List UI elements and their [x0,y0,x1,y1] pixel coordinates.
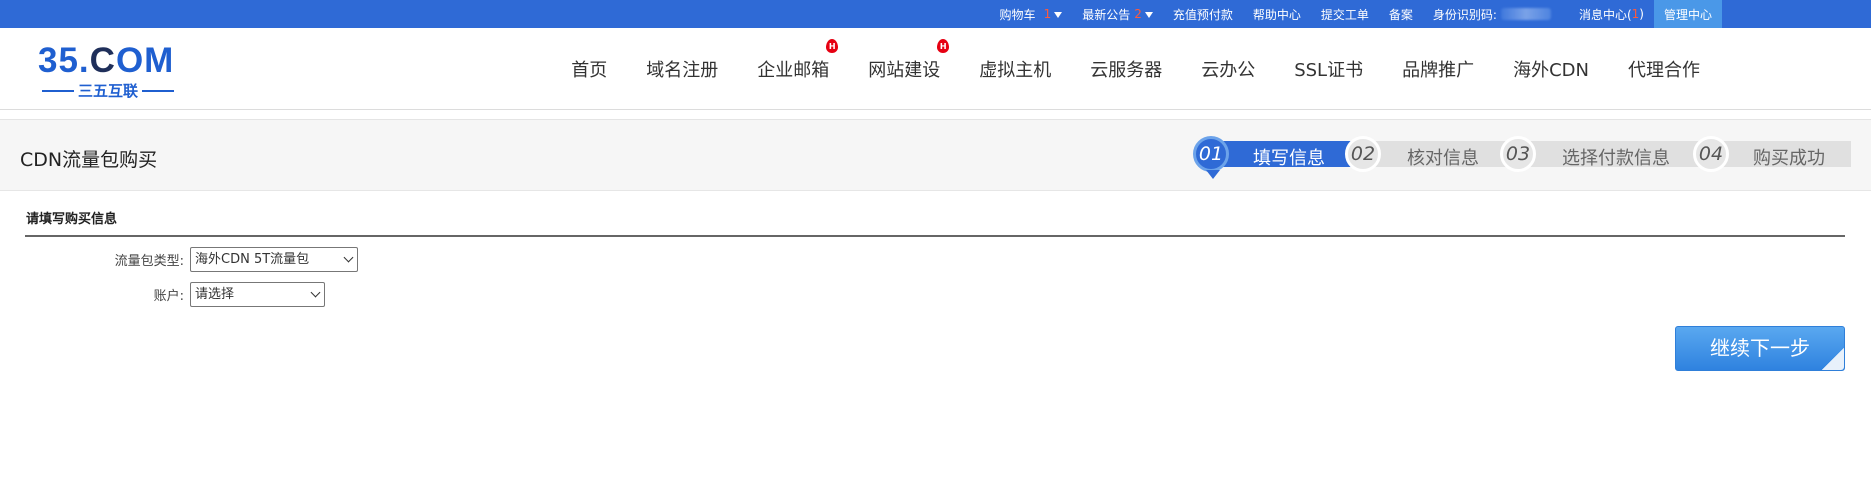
next-step-button[interactable]: 继续下一步 [1675,326,1845,371]
step-label: 填写信息 [1253,148,1325,169]
package-row: 流量包类型: 海外CDN 5T流量包 [0,246,358,272]
message-count: 1 [1631,7,1640,21]
logo-brand-suffix: OM [115,41,175,80]
step-progress: 01 填写信息 02 核对信息 03 选择付款信息 04 购买成功 [1193,136,1851,179]
nav-item-ssl[interactable]: SSL证书 [1294,56,1363,82]
next-step-label: 继续下一步 [1710,336,1810,360]
top-bar: 购物车 1 最新公告 2 充值预付款 帮助中心 提交工单 备案 身份识别码: 消… [0,0,1871,28]
notice-label: 最新公告 [1082,7,1131,22]
nav-label: SSL证书 [1294,60,1364,81]
nav-item-vhost[interactable]: 虚拟主机 [979,56,1051,82]
nav-label: 域名注册 [646,60,719,81]
top-nav: 购物车 1 最新公告 2 充值预付款 帮助中心 提交工单 备案 身份识别码: 消… [990,0,1722,28]
nav-item-brand[interactable]: 品牌推广 [1402,56,1474,82]
logo-c-mark: C [89,41,116,80]
account-label: 账户: [153,288,184,304]
step-label: 核对信息 [1407,148,1479,169]
message-label: 消息中心( [1578,7,1632,22]
nav-label: 云服务器 [1090,60,1163,81]
chevron-down-icon[interactable] [1054,11,1063,18]
page-header: CDN流量包购买 01 填写信息 02 核对信息 03 选择付款信息 04 购买… [0,119,1871,191]
page-title: CDN流量包购买 [20,149,158,171]
step-number: 02 [1345,136,1381,172]
step-label: 选择付款信息 [1562,148,1670,169]
nav-item-email[interactable]: 企业邮箱 H [757,39,839,82]
notice-link[interactable]: 最新公告 2 [1072,0,1163,28]
nav-label: 首页 [571,60,608,81]
logo-brand-prefix: 35. [38,41,90,80]
package-selected-value: 海外CDN 5T流量包 [195,251,310,267]
cart-label: 购物车 [999,7,1036,22]
notice-count: 2 [1134,7,1142,21]
id-value-redacted [1500,8,1551,20]
step-label: 购买成功 [1753,148,1825,169]
logo-brand: 35.COM [38,41,174,81]
nav-item-home[interactable]: 首页 [571,56,607,82]
hot-badge-icon: H [826,39,839,53]
cart-link[interactable]: 购物车 1 [990,0,1073,28]
message-close: ) [1639,7,1644,21]
step-number: 03 [1500,136,1536,172]
nav-label: 品牌推广 [1402,60,1475,81]
help-link[interactable]: 帮助中心 [1243,0,1311,28]
nav-item-website[interactable]: 网站建设 H [868,39,950,82]
nav-item-cloud-office[interactable]: 云办公 [1201,56,1255,82]
account-selected-value: 请选择 [195,286,235,302]
main-header: 35.COM 三五互联 首页 域名注册 企业邮箱 H 网站建设 H 虚拟主机 云服务… [0,28,1871,110]
id-label: 身份识别码: [1432,7,1497,22]
admin-center-link[interactable]: 管理中心 [1653,0,1722,28]
message-link[interactable]: 消息中心(1) [1569,0,1654,28]
nav-label: 企业邮箱 [757,60,830,81]
nav-item-cloud-server[interactable]: 云服务器 [1090,56,1162,82]
step-number: 04 [1693,136,1729,172]
logo-tagline: 三五互联 [38,83,178,99]
recharge-link[interactable]: 充值预付款 [1163,0,1243,28]
section-title: 请填写购买信息 [26,212,118,227]
beian-link[interactable]: 备案 [1379,0,1423,28]
cart-count: 1 [1043,7,1052,21]
nav-label: 网站建设 [868,60,941,81]
chevron-down-icon [310,287,321,297]
hot-badge-icon: H [937,39,950,53]
nav-item-agent[interactable]: 代理合作 [1628,56,1700,82]
account-select[interactable]: 请选择 [190,281,325,307]
account-row: 账户: 请选择 [0,281,325,307]
nav-label: 海外CDN [1513,60,1589,81]
chevron-down-icon [343,252,354,262]
nav-label: 云办公 [1201,60,1256,81]
package-label: 流量包类型: [114,253,184,269]
page-curl-icon [1822,348,1844,370]
id-code: 身份识别码: [1423,0,1561,28]
logo[interactable]: 35.COM 三五互联 [38,41,183,103]
nav-item-cdn[interactable]: 海外CDN [1513,56,1589,82]
package-select[interactable]: 海外CDN 5T流量包 [190,246,358,272]
nav-item-domain[interactable]: 域名注册 [646,56,718,82]
ticket-link[interactable]: 提交工单 [1311,0,1379,28]
nav-label: 虚拟主机 [979,60,1052,81]
main-nav: 首页 域名注册 企业邮箱 H 网站建设 H 虚拟主机 云服务器 云办公 SSL证书 … [532,28,1700,110]
chevron-down-icon[interactable] [1144,11,1153,18]
nav-label: 代理合作 [1628,60,1700,81]
section-divider [25,235,1845,237]
step-number: 01 [1193,136,1229,179]
